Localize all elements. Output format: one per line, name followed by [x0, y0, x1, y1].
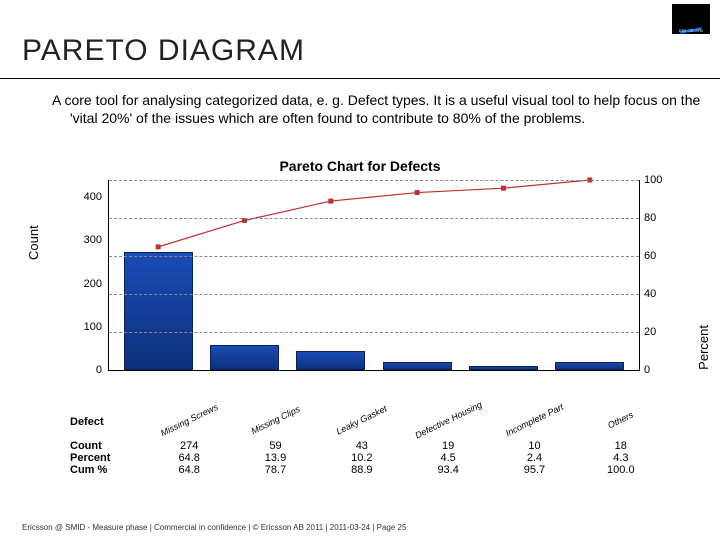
table-row: 64.813.910.24.52.44.3 — [146, 452, 664, 464]
y2-axis-ticks: 020406080100 — [642, 180, 672, 370]
table-cell: Defective Housing — [405, 416, 491, 428]
cum-marker-icon — [156, 244, 161, 249]
gridline — [109, 180, 639, 181]
table-cell: Others — [578, 416, 664, 428]
table-cell: Missing Clips — [232, 416, 318, 428]
cum-marker-icon — [328, 199, 333, 204]
y-tick: 300 — [84, 234, 102, 246]
table-row: 2745943191018 — [146, 440, 664, 452]
table-cell: 88.9 — [319, 464, 405, 476]
slide-footer: Ericsson @ SMID - Measure phase | Commer… — [22, 523, 406, 532]
table-cell: 4.5 — [405, 452, 491, 464]
table-cell: 93.4 — [405, 464, 491, 476]
cum-line — [109, 180, 639, 370]
table-row: Missing ScrewsMissing ClipsLeaky GasketD… — [146, 416, 664, 428]
pareto-chart: Pareto Chart for Defects Count Percent 0… — [30, 158, 690, 478]
category-label: Missing Screws — [159, 402, 220, 438]
table-cell: 18 — [578, 440, 664, 452]
table-cell: Incomplete Part — [491, 416, 577, 428]
page-description: A core tool for analysing categorized da… — [32, 92, 710, 127]
y-tick: 200 — [84, 278, 102, 290]
gridline — [109, 256, 639, 257]
table-cell: 19 — [405, 440, 491, 452]
category-label: Missing Clips — [249, 404, 301, 436]
y2-tick: 100 — [644, 174, 662, 186]
brand-name: ERICSSON — [672, 28, 710, 33]
cum-marker-icon — [415, 190, 420, 195]
gridline — [109, 294, 639, 295]
plot-wrap: Count Percent 0100200300400 020406080100 — [30, 180, 690, 398]
cum-marker-icon — [501, 186, 506, 191]
plot-area — [108, 180, 640, 371]
table-row-header: Cum % — [70, 464, 130, 476]
category-label: Defective Housing — [413, 399, 483, 440]
y-axis-label: Count — [26, 225, 41, 260]
cum-polyline — [158, 180, 590, 247]
table-row-header: Count — [70, 440, 130, 452]
title-rule — [0, 78, 720, 79]
y-tick: 0 — [96, 364, 102, 376]
gridline — [109, 218, 639, 219]
y2-tick: 80 — [644, 212, 656, 224]
table-cell: 100.0 — [578, 464, 664, 476]
table-cell: Missing Screws — [146, 416, 232, 428]
y-tick: 100 — [84, 321, 102, 333]
table-row: 64.878.788.993.495.7100.0 — [146, 464, 664, 476]
table-cell: 10 — [491, 440, 577, 452]
table-cell: Leaky Gasket — [319, 416, 405, 428]
gridline — [109, 332, 639, 333]
table-cell: 95.7 — [491, 464, 577, 476]
y2-tick: 60 — [644, 250, 656, 262]
data-table: Defect Missing ScrewsMissing ClipsLeaky G… — [60, 416, 710, 478]
y2-tick: 20 — [644, 326, 656, 338]
category-label: Others — [606, 410, 635, 431]
y-axis-ticks: 0100200300400 — [68, 180, 104, 370]
y2-tick: 0 — [644, 364, 650, 376]
table-cell: 13.9 — [232, 452, 318, 464]
chart-title: Pareto Chart for Defects — [30, 158, 690, 174]
table-cell: 4.3 — [578, 452, 664, 464]
table-cell: 64.8 — [146, 464, 232, 476]
category-label: Incomplete Part — [504, 402, 565, 439]
page-title: PARETO DIAGRAM — [22, 34, 305, 68]
table-cell: 274 — [146, 440, 232, 452]
table-cell: 64.8 — [146, 452, 232, 464]
table-row-header: Defect — [70, 416, 130, 428]
brand-logo: ERICSSON — [672, 4, 710, 34]
table-cell: 78.7 — [232, 464, 318, 476]
slide-page: ERICSSON PARETO DIAGRAM A core tool for … — [0, 0, 720, 540]
category-label: Leaky Gasket — [335, 403, 389, 436]
table-cell: 2.4 — [491, 452, 577, 464]
table-row-header: Percent — [70, 452, 130, 464]
y2-axis-label: Percent — [696, 325, 711, 370]
table-cell: 10.2 — [319, 452, 405, 464]
table-cell: 59 — [232, 440, 318, 452]
y2-tick: 40 — [644, 288, 656, 300]
y-tick: 400 — [84, 191, 102, 203]
table-cell: 43 — [319, 440, 405, 452]
